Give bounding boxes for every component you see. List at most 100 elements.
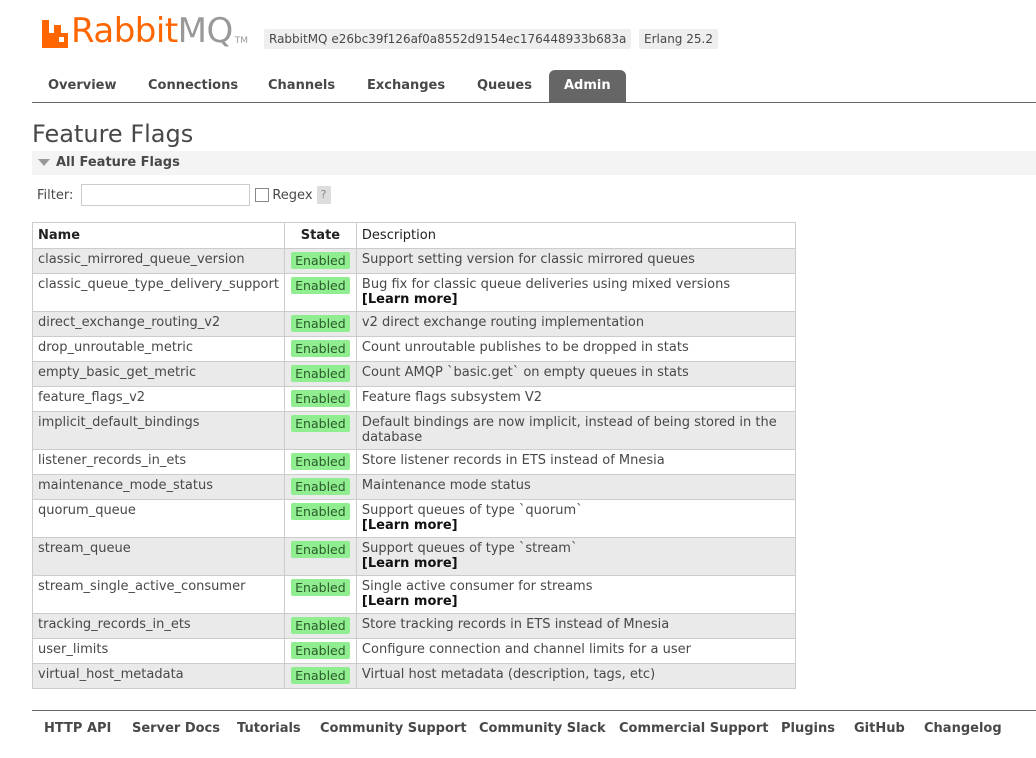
flag-state-cell: Enabled xyxy=(283,386,357,412)
column-header-name: Name xyxy=(32,222,285,249)
flag-description: Support queues of type `stream` xyxy=(361,541,578,556)
tab-queues[interactable]: Queues xyxy=(477,70,532,102)
flag-description: Maintenance mode status xyxy=(361,478,531,493)
flag-state-cell: Enabled xyxy=(283,449,357,475)
state-badge: Enabled xyxy=(291,390,350,407)
tab-channels[interactable]: Channels xyxy=(268,70,335,102)
footer-link-server-docs[interactable]: Server Docs xyxy=(132,721,220,736)
flag-name: direct_exchange_routing_v2 xyxy=(32,311,285,337)
section-toggle[interactable]: All Feature Flags xyxy=(32,151,1036,175)
flag-name: maintenance_mode_status xyxy=(32,474,285,500)
flag-state-cell: Enabled xyxy=(283,273,357,312)
regex-checkbox[interactable] xyxy=(255,188,270,202)
rabbitmq-logo: RabbitMQ TM xyxy=(42,12,248,48)
footer: HTTP API Server Docs Tutorials Community… xyxy=(32,710,1036,751)
filter-input[interactable] xyxy=(81,184,251,206)
footer-link-plugins[interactable]: Plugins xyxy=(781,721,835,736)
flag-state-cell: Enabled xyxy=(283,474,357,500)
flag-name: stream_queue xyxy=(32,537,285,576)
learn-more-link[interactable]: [Learn more] xyxy=(362,556,790,571)
flag-description: Support queues of type `quorum` xyxy=(361,503,583,518)
tab-connections[interactable]: Connections xyxy=(148,70,238,102)
tab-admin[interactable]: Admin xyxy=(549,70,626,102)
table-row: stream_single_active_consumer Enabled Sing… xyxy=(32,575,797,614)
state-badge: Enabled xyxy=(291,277,350,294)
table-row: stream_queue Enabled Support queues of typ… xyxy=(32,537,797,576)
flag-state-cell: Enabled xyxy=(283,411,357,450)
flag-description-cell: Support setting version for classic mirr… xyxy=(355,248,797,274)
flag-name: classic_mirrored_queue_version xyxy=(32,248,285,274)
flag-state-cell: Enabled xyxy=(283,613,357,639)
flag-description: Count AMQP `basic.get` on empty queues i… xyxy=(361,365,689,380)
state-badge: Enabled xyxy=(291,617,350,634)
logo-mq-text: MQ xyxy=(177,11,234,51)
flag-name: empty_basic_get_metric xyxy=(32,361,285,387)
state-badge: Enabled xyxy=(291,252,350,269)
flag-description: Support setting version for classic mirr… xyxy=(361,252,695,267)
tab-exchanges[interactable]: Exchanges xyxy=(367,70,445,102)
flag-description-cell: Support queues of type `quorum` [Learn mo… xyxy=(355,499,797,538)
table-row: feature_flags_v2 Enabled Feature flags sub… xyxy=(32,386,797,412)
footer-link-github[interactable]: GitHub xyxy=(854,721,905,736)
section-title: All Feature Flags xyxy=(56,155,180,170)
table-row: quorum_queue Enabled Support queues of typ… xyxy=(32,499,797,538)
tab-overview[interactable]: Overview xyxy=(48,70,117,102)
logo-rabbit-text: Rabbit xyxy=(71,11,178,51)
footer-link-changelog[interactable]: Changelog xyxy=(924,721,1002,736)
flag-name: user_limits xyxy=(32,638,285,664)
flag-description-cell: Count unroutable publishes to be dropped… xyxy=(355,336,797,362)
flag-description: Default bindings are now implicit, inste… xyxy=(361,415,777,445)
table-row: implicit_default_bindings Enabled Default … xyxy=(32,411,797,450)
flag-description: Single active consumer for streams xyxy=(361,579,593,594)
footer-link-community-slack[interactable]: Community Slack xyxy=(479,721,606,736)
learn-more-link[interactable]: [Learn more] xyxy=(362,292,790,307)
flag-description: Bug fix for classic queue deliveries usi… xyxy=(361,277,731,292)
regex-help-button[interactable]: ? xyxy=(316,186,331,204)
flag-description-cell: Maintenance mode status xyxy=(355,474,797,500)
flag-description-cell: Single active consumer for streams [Learn… xyxy=(355,575,797,614)
footer-link-community-support[interactable]: Community Support xyxy=(320,721,467,736)
state-badge: Enabled xyxy=(291,478,350,495)
flag-description: Count unroutable publishes to be dropped… xyxy=(361,340,689,355)
state-badge: Enabled xyxy=(291,415,350,432)
filter-label: Filter: xyxy=(37,187,74,203)
state-badge: Enabled xyxy=(291,365,350,382)
regex-label: Regex xyxy=(272,187,313,203)
learn-more-link[interactable]: [Learn more] xyxy=(362,594,790,609)
flag-description: Store listener records in ETS instead of… xyxy=(361,453,665,468)
table-header-row: Name State Description xyxy=(32,222,797,249)
flag-description-cell: Support queues of type `stream` [Learn mo… xyxy=(355,537,797,576)
version-tag: RabbitMQ e26bc39f126af0a8552d9154ec17644… xyxy=(264,29,632,49)
table-row: empty_basic_get_metric Enabled Count AMQP … xyxy=(32,361,797,387)
flag-description-cell: Default bindings are now implicit, inste… xyxy=(355,411,797,450)
table-body: classic_mirrored_queue_version Enabled Sup… xyxy=(32,248,797,689)
flag-description-cell: Configure connection and channel limits … xyxy=(355,638,797,664)
flag-state-cell: Enabled xyxy=(283,537,357,576)
logo-tm-text: TM xyxy=(234,36,249,46)
state-badge: Enabled xyxy=(291,503,350,520)
state-badge: Enabled xyxy=(291,541,350,558)
footer-link-tutorials[interactable]: Tutorials xyxy=(237,721,301,736)
page-title: Feature Flags xyxy=(32,120,194,148)
state-badge: Enabled xyxy=(291,453,350,470)
state-badge: Enabled xyxy=(291,315,350,332)
erlang-tag: Erlang 25.2 xyxy=(639,29,718,49)
collapse-triangle-icon xyxy=(38,159,50,166)
flag-description: Virtual host metadata (description, tags… xyxy=(361,667,656,682)
flag-description-cell: Virtual host metadata (description, tags… xyxy=(355,663,797,689)
flag-description: Configure connection and channel limits … xyxy=(361,642,691,657)
flag-state-cell: Enabled xyxy=(283,663,357,689)
state-badge: Enabled xyxy=(291,642,350,659)
column-header-state: State xyxy=(283,222,357,249)
table-row: drop_unroutable_metric Enabled Count unrou… xyxy=(32,336,797,362)
flag-description-cell: Bug fix for classic queue deliveries usi… xyxy=(355,273,797,312)
footer-link-commercial-support[interactable]: Commercial Support xyxy=(619,721,769,736)
footer-link-http-api[interactable]: HTTP API xyxy=(44,721,111,736)
column-header-description: Description xyxy=(355,222,797,249)
table-row: classic_mirrored_queue_version Enabled Sup… xyxy=(32,248,797,274)
flag-state-cell: Enabled xyxy=(283,361,357,387)
flag-state-cell: Enabled xyxy=(283,248,357,274)
table-row: user_limits Enabled Configure connection a… xyxy=(32,638,797,664)
learn-more-link[interactable]: [Learn more] xyxy=(362,518,790,533)
rabbitmq-logo-icon xyxy=(42,20,68,48)
